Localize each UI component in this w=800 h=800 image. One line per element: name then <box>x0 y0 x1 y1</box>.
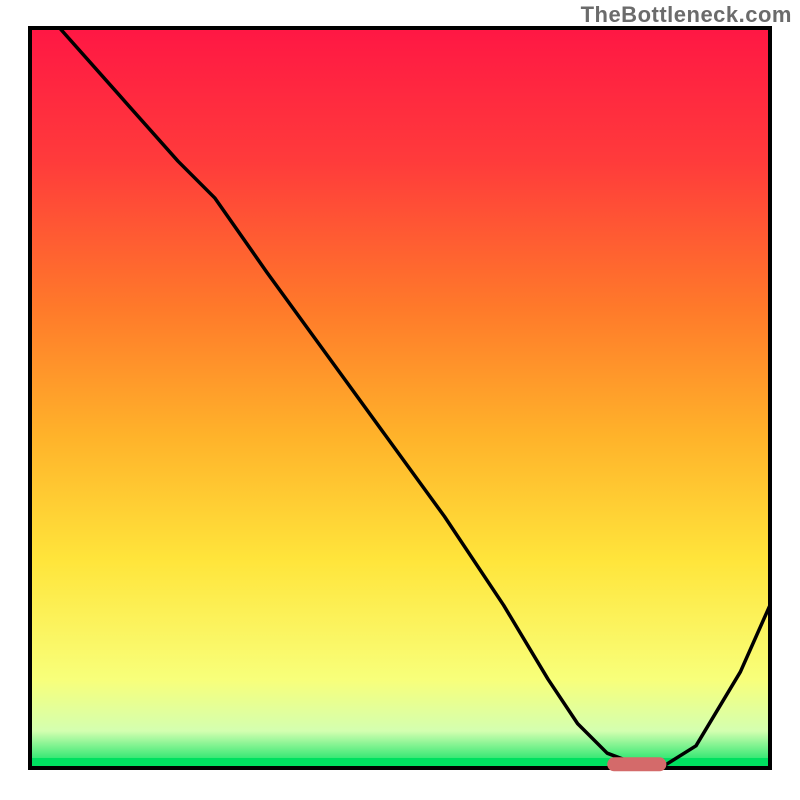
watermark-text: TheBottleneck.com <box>581 2 792 28</box>
chart-container: TheBottleneck.com <box>0 0 800 800</box>
bottleneck-chart <box>0 0 800 800</box>
optimal-range-marker <box>607 757 666 771</box>
plot-background <box>30 28 770 768</box>
